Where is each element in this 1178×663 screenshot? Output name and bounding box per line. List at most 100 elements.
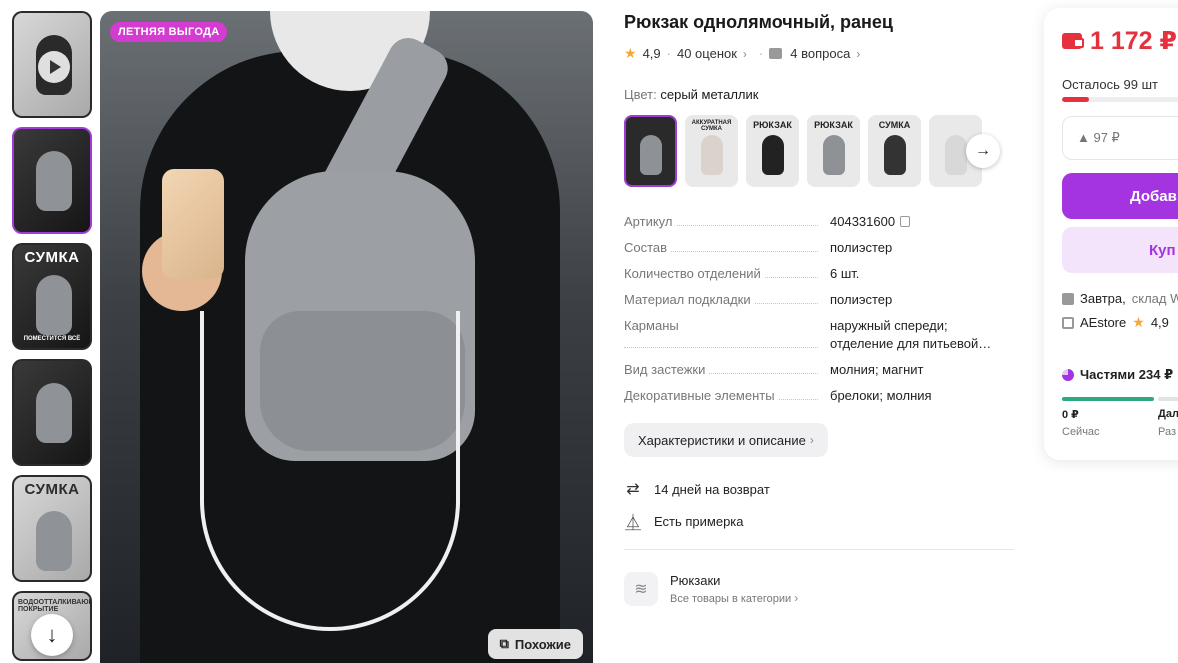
wallet-icon — [1062, 33, 1084, 49]
spec-value: 6 шт. — [830, 266, 860, 281]
spec-row: Карманы наружный спереди; отделение для … — [624, 317, 1014, 353]
chevron-right-icon: › — [794, 591, 799, 605]
layers-icon: ≋ — [624, 572, 658, 606]
scroll-down-button[interactable]: ↓ — [31, 614, 73, 656]
installment-later-label: Раз — [1158, 426, 1177, 438]
buy-now-button[interactable]: Куп — [1062, 227, 1178, 273]
installments-title[interactable]: Частями 234 ₽ — [1062, 367, 1173, 383]
installment-now-label: Сейчас — [1062, 426, 1100, 438]
spec-row: Состав полиэстер — [624, 239, 1014, 257]
thumbnail-4[interactable] — [12, 359, 92, 466]
search-image-icon: ⧉ — [499, 636, 509, 651]
spec-value: полиэстер — [830, 240, 893, 255]
question-icon — [769, 48, 783, 59]
store-name: AEstore — [1080, 315, 1127, 330]
swatch-image — [640, 135, 662, 175]
thumb-subtitle: ВОДООТТАЛКИВАЮЩЕЕ ПОКРЫТИЕ — [18, 599, 90, 613]
installment-segment-now — [1062, 397, 1154, 401]
chevron-right-icon: › — [856, 46, 861, 61]
spec-value: 404331600 — [830, 213, 1014, 231]
thumb-image — [36, 511, 72, 571]
questions-link[interactable]: 4 вопроса — [790, 46, 850, 61]
thumb-image — [36, 275, 72, 335]
swatch-4[interactable]: РЮКЗАК — [807, 115, 860, 187]
installment-now-amount: 0 ₽ — [1062, 409, 1079, 421]
swatch-image — [884, 135, 906, 175]
stock-bar-fill — [1062, 97, 1089, 102]
stock-text: Осталось 99 шт — [1062, 77, 1158, 92]
spec-key: Карманы — [624, 317, 830, 353]
similar-label: Похожие — [514, 636, 571, 652]
spec-key-text: Декоративные элементы — [624, 388, 779, 403]
swatch-text: СУМКА — [878, 120, 911, 130]
bonus-value: ▲ 97 ₽ — [1077, 130, 1120, 145]
spec-key-text: Вид застежки — [624, 362, 710, 377]
main-product-image[interactable]: ЛЕТНЯЯ ВЫГОДА ⧉ Похожие — [100, 11, 593, 663]
bonus-box[interactable]: ▲ 97 ₽ — [1062, 116, 1178, 160]
play-icon[interactable] — [38, 51, 70, 83]
category-link[interactable]: ≋ Рюкзаки Все товары в категории › — [624, 572, 798, 606]
spec-row: Количество отделений 6 шт. — [624, 265, 1014, 283]
delivery-day: Завтра, — [1080, 291, 1126, 306]
thumbnail-5[interactable]: СУМКА — [12, 475, 92, 582]
spec-value: наружный спереди; отделение для питьевой… — [830, 318, 992, 351]
spec-key: Количество отделений — [624, 265, 830, 283]
rating-row: ★ 4,9 · 40 оценок › · 4 вопроса › — [624, 45, 860, 62]
spec-row: Артикул 404331600 — [624, 213, 1014, 231]
category-sublink: Все товары в категории › — [670, 591, 798, 605]
spec-key-text: Карманы — [624, 318, 683, 333]
thumbnail-3[interactable]: СУМКА ПОМЕСТИТСЯ ВСЁ — [12, 243, 92, 350]
category-text: Рюкзаки Все товары в категории › — [670, 573, 798, 605]
swatch-5[interactable]: СУМКА — [868, 115, 921, 187]
add-to-cart-button[interactable]: Добав — [1062, 173, 1178, 219]
thumb-subtitle: ПОМЕСТИТСЯ ВСЁ — [23, 336, 81, 342]
color-line: Цвет: серый металлик — [624, 87, 758, 102]
thumb-title: СУМКА — [24, 249, 80, 266]
swatch-3[interactable]: РЮКЗАК — [746, 115, 799, 187]
product-title: Рюкзак однолямочный, ранец — [624, 12, 893, 32]
star-icon: ★ — [624, 45, 637, 61]
fitting-info: ⏅ Есть примерка — [624, 509, 744, 533]
divider — [624, 549, 1014, 550]
spec-value: полиэстер — [830, 292, 893, 307]
stock-bar — [1062, 97, 1178, 102]
installment-later-amount: Дал — [1158, 408, 1178, 420]
spec-key: Декоративные элементы — [624, 387, 830, 405]
spec-key-text: Материал подкладки — [624, 292, 755, 307]
image-phone — [162, 169, 224, 279]
installment-segment-later — [1158, 397, 1178, 401]
category-sublink-text: Все товары в категории — [670, 593, 792, 605]
characteristics-button[interactable]: Характеристики и описание › — [624, 423, 828, 457]
store-row[interactable]: AEstore ★ 4,9 — [1062, 314, 1169, 331]
characteristics-label: Характеристики и описание — [638, 432, 806, 448]
star-icon: ★ — [1132, 314, 1145, 330]
spec-row: Материал подкладки полиэстер — [624, 291, 1014, 309]
swatches-next-button[interactable]: → — [966, 134, 1000, 168]
swatch-2[interactable]: АККУРАТНАЯ СУМКА — [685, 115, 738, 187]
thumbnail-video[interactable] — [12, 11, 92, 118]
category-name: Рюкзаки — [670, 573, 721, 588]
rating-value: 4,9 — [642, 46, 661, 61]
pie-chart-icon — [1062, 369, 1074, 381]
copy-icon[interactable] — [900, 216, 911, 227]
spec-key: Артикул — [624, 213, 830, 231]
swatch-text: РЮКЗАК — [814, 120, 853, 130]
buy-now-label: Куп — [1149, 241, 1176, 259]
article-number: 404331600 — [830, 214, 896, 229]
reviews-link[interactable]: 40 оценок — [677, 46, 737, 61]
add-to-cart-label: Добав — [1130, 187, 1177, 205]
return-arrows-icon: ⇄ — [626, 481, 640, 498]
thumbnail-2[interactable] — [12, 127, 92, 234]
product-page: СУМКА ПОМЕСТИТСЯ ВСЁ СУМКА ВОДООТТАЛКИВА… — [0, 0, 1178, 663]
swatch-text: РЮКЗАК — [753, 120, 792, 130]
swatch-1[interactable] — [624, 115, 677, 187]
separator-dot: · — [758, 46, 764, 61]
return-text: 14 дней на возврат — [654, 481, 770, 497]
chevron-right-icon: › — [809, 433, 814, 447]
swatch-image — [762, 135, 784, 175]
similar-button[interactable]: ⧉ Похожие — [487, 629, 583, 659]
swatch-image — [945, 135, 967, 175]
box-icon — [1062, 292, 1074, 305]
spec-key-text: Состав — [624, 240, 672, 255]
delivery-row: Завтра, склад W — [1062, 291, 1178, 306]
